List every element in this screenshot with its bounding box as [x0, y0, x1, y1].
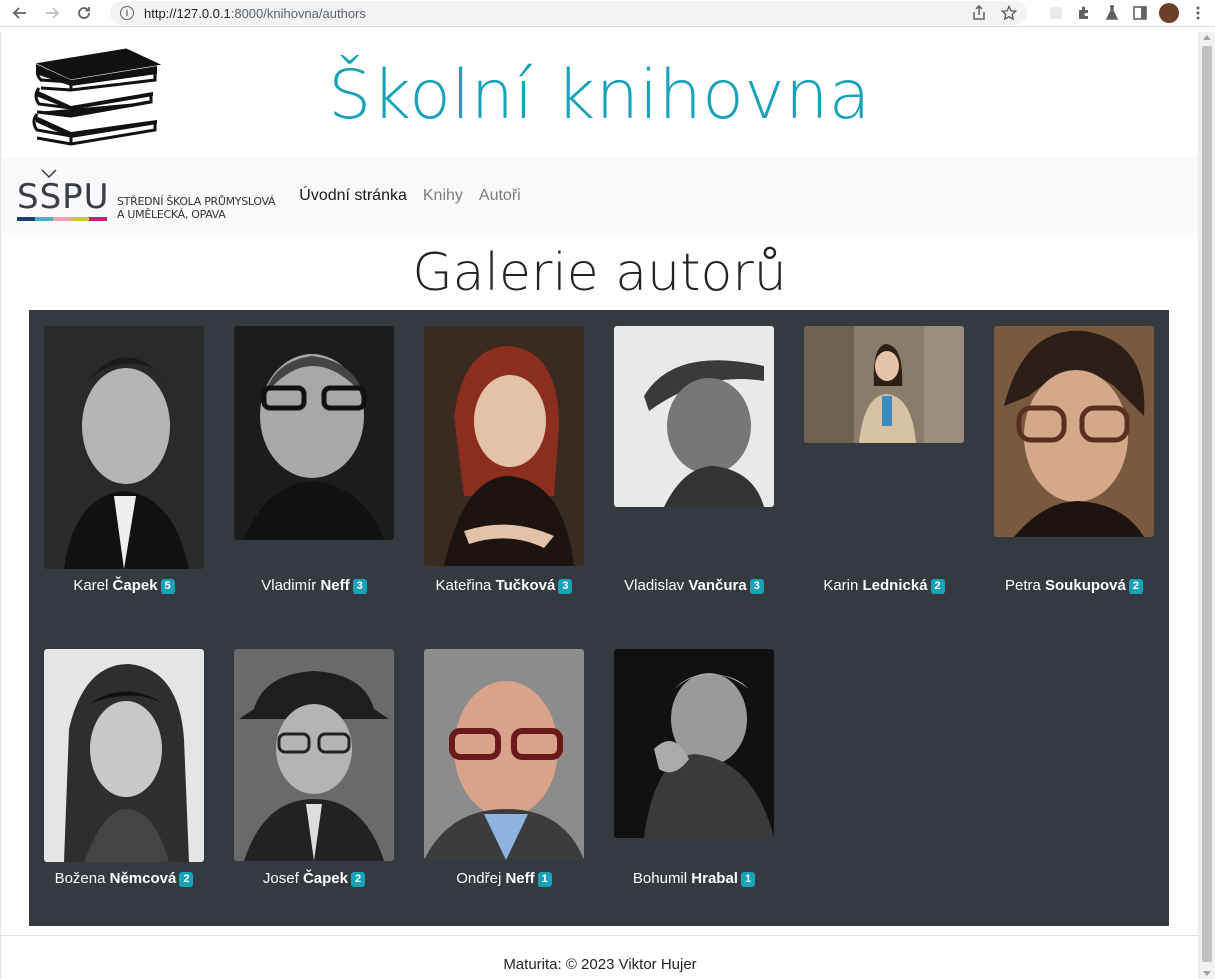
author-card-karin-lednicka[interactable]: Karin Lednická 2: [804, 326, 964, 594]
author-name[interactable]: Božena Němcová 2: [14, 870, 234, 887]
forward-icon[interactable]: [40, 1, 64, 25]
footer-text: Maturita: © 2023 Viktor Hujer: [503, 956, 697, 973]
book-count-badge: 3: [558, 579, 573, 594]
author-card-petra-soukupova[interactable]: Petra Soukupová 2: [994, 326, 1154, 594]
author-card-vladimir-neff[interactable]: Vladimír Neff 3: [234, 326, 394, 594]
author-name[interactable]: Vladimír Neff 3: [204, 577, 424, 594]
author-name[interactable]: Bohumil Hrabal 1: [584, 870, 804, 887]
book-count-badge: 2: [930, 579, 945, 594]
sidepanel-icon[interactable]: [1131, 4, 1149, 22]
sspu-mark: SSPU: [17, 168, 109, 221]
author-card-bohumil-hrabal[interactable]: Bohumil Hrabal 1: [614, 649, 774, 887]
extension-icon[interactable]: [1047, 4, 1065, 22]
author-card-vladislav-vancura[interactable]: Vladislav Vančura 3: [614, 326, 774, 594]
author-name[interactable]: Petra Soukupová 2: [964, 577, 1184, 594]
scroll-up-icon[interactable]: [1203, 35, 1211, 40]
address-bar[interactable]: i http://127.0.0.1:8000/knihovna/authors: [110, 1, 1027, 25]
author-photo[interactable]: [44, 326, 204, 569]
author-photo[interactable]: [614, 326, 774, 507]
book-count-badge: 2: [350, 872, 366, 887]
school-name-line2: A UMĚLECKÁ, OPAVA: [117, 207, 226, 221]
school-name-line1: STŘEDNÍ ŠKOLA PRŮMYSLOVÁ: [117, 194, 276, 208]
book-count-badge: 5: [160, 579, 175, 594]
site-header: Školní knihovna: [1, 32, 1198, 158]
author-card-josef-capek[interactable]: Josef Čapek 2: [234, 649, 394, 887]
share-icon[interactable]: [971, 5, 987, 21]
book-count-badge: 2: [179, 872, 194, 887]
profile-avatar[interactable]: [1159, 3, 1179, 23]
author-card-karel-capek[interactable]: Karel Čapek 5: [44, 326, 204, 594]
menu-dots-icon[interactable]: [1189, 4, 1207, 22]
scroll-down-icon[interactable]: [1203, 971, 1211, 976]
color-stripe: [17, 216, 107, 221]
author-photo[interactable]: [614, 649, 774, 838]
author-card-katerina-tuckova[interactable]: Kateřina Tučková 3: [424, 326, 584, 594]
url-host: http://127.0.0.1: [144, 5, 231, 21]
bookmark-star-icon[interactable]: [1001, 5, 1017, 21]
page-footer: Maturita: © 2023 Viktor Hujer: [1, 935, 1198, 979]
site-info-icon[interactable]: i: [120, 6, 134, 20]
flask-icon[interactable]: [1103, 4, 1121, 22]
author-photo[interactable]: [804, 326, 964, 443]
book-count-badge: 3: [749, 579, 764, 594]
nav-link-books[interactable]: Knihy: [423, 187, 463, 205]
reload-icon[interactable]: [72, 1, 96, 25]
browser-toolbar: i http://127.0.0.1:8000/knihovna/authors: [0, 0, 1215, 27]
page-viewport: Školní knihovna SSPU STŘEDNÍ ŠKOLA PRŮMY…: [0, 32, 1198, 979]
book-count-badge: 1: [537, 872, 552, 887]
book-count-badge: 3: [352, 579, 367, 594]
author-name[interactable]: Karel Čapek 5: [14, 577, 234, 594]
author-gallery: Karel Čapek 5 Vladimír Neff 3 Kateřina Tuč…: [29, 310, 1169, 926]
nav-link-authors[interactable]: Autoři: [479, 187, 521, 205]
author-photo[interactable]: [994, 326, 1154, 537]
school-logo[interactable]: SSPU STŘEDNÍ ŠKOLA PRŮMYSLOVÁ A UMĚLECKÁ…: [17, 168, 276, 221]
author-name[interactable]: Josef Čapek 2: [204, 870, 424, 887]
author-name[interactable]: Karin Lednická 2: [774, 577, 994, 594]
site-title: Školní knihovna: [328, 56, 871, 135]
author-name[interactable]: Ondřej Neff 1: [394, 870, 614, 887]
main-navbar: SSPU STŘEDNÍ ŠKOLA PRŮMYSLOVÁ A UMĚLECKÁ…: [1, 158, 1198, 233]
back-icon[interactable]: [8, 1, 32, 25]
school-name: STŘEDNÍ ŠKOLA PRŮMYSLOVÁ A UMĚLECKÁ, OPA…: [117, 194, 276, 221]
author-photo[interactable]: [234, 326, 394, 540]
nav-link-home[interactable]: Úvodní stránka: [299, 187, 407, 205]
puzzle-icon[interactable]: [1075, 4, 1093, 22]
author-photo[interactable]: [424, 649, 584, 860]
book-count-badge: 1: [740, 872, 756, 887]
nav-links: Úvodní stránka Knihy Autoři: [299, 187, 520, 205]
author-name[interactable]: Vladislav Vančura 3: [584, 577, 804, 594]
gallery-title: Galerie autorů: [412, 243, 787, 303]
page-scrollbar[interactable]: [1198, 32, 1215, 979]
author-photo[interactable]: [234, 649, 394, 861]
scrollbar-thumb[interactable]: [1202, 46, 1212, 962]
author-photo[interactable]: [424, 326, 584, 566]
author-photo[interactable]: [44, 649, 204, 862]
author-card-ondrej-neff[interactable]: Ondřej Neff 1: [424, 649, 584, 887]
url-path: :8000/knihovna/authors: [230, 5, 366, 21]
author-card-bozena-nemcova[interactable]: Božena Němcová 2: [44, 649, 204, 887]
book-count-badge: 2: [1128, 579, 1143, 594]
author-name[interactable]: Kateřina Tučková 3: [394, 577, 614, 594]
